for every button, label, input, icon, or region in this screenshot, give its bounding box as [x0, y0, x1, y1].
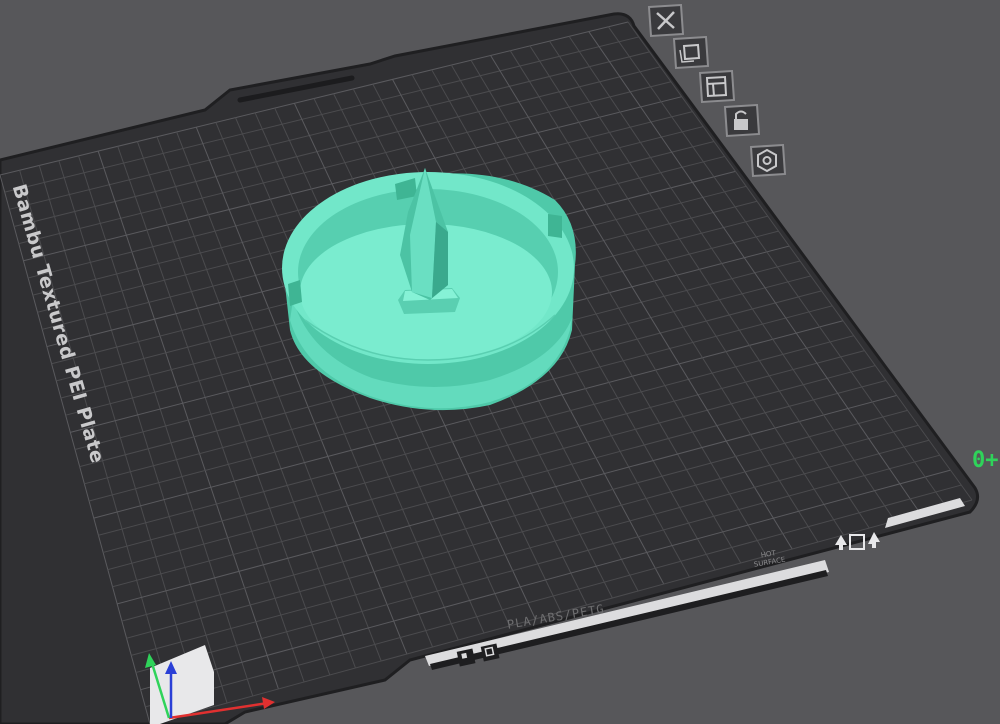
close-icon: [647, 3, 685, 38]
lock-icon: [723, 103, 761, 138]
ashtray-notch-left: [288, 280, 302, 306]
arrange-icon: [672, 35, 710, 70]
model-ashtray[interactable]: [282, 168, 576, 411]
auto-arrange-button[interactable]: [670, 35, 710, 70]
plate-settings-icon: [698, 69, 736, 104]
plate-settings-button[interactable]: [696, 69, 736, 104]
hex-nut-icon: [749, 143, 787, 178]
plate-options-button[interactable]: [747, 143, 787, 178]
delete-plate-button[interactable]: [645, 3, 685, 38]
lock-plate-button[interactable]: [721, 103, 761, 138]
ashtray-notch-right: [548, 214, 562, 238]
3d-viewport[interactable]: [0, 0, 1000, 724]
axis-origin-label: 0+: [972, 448, 999, 473]
